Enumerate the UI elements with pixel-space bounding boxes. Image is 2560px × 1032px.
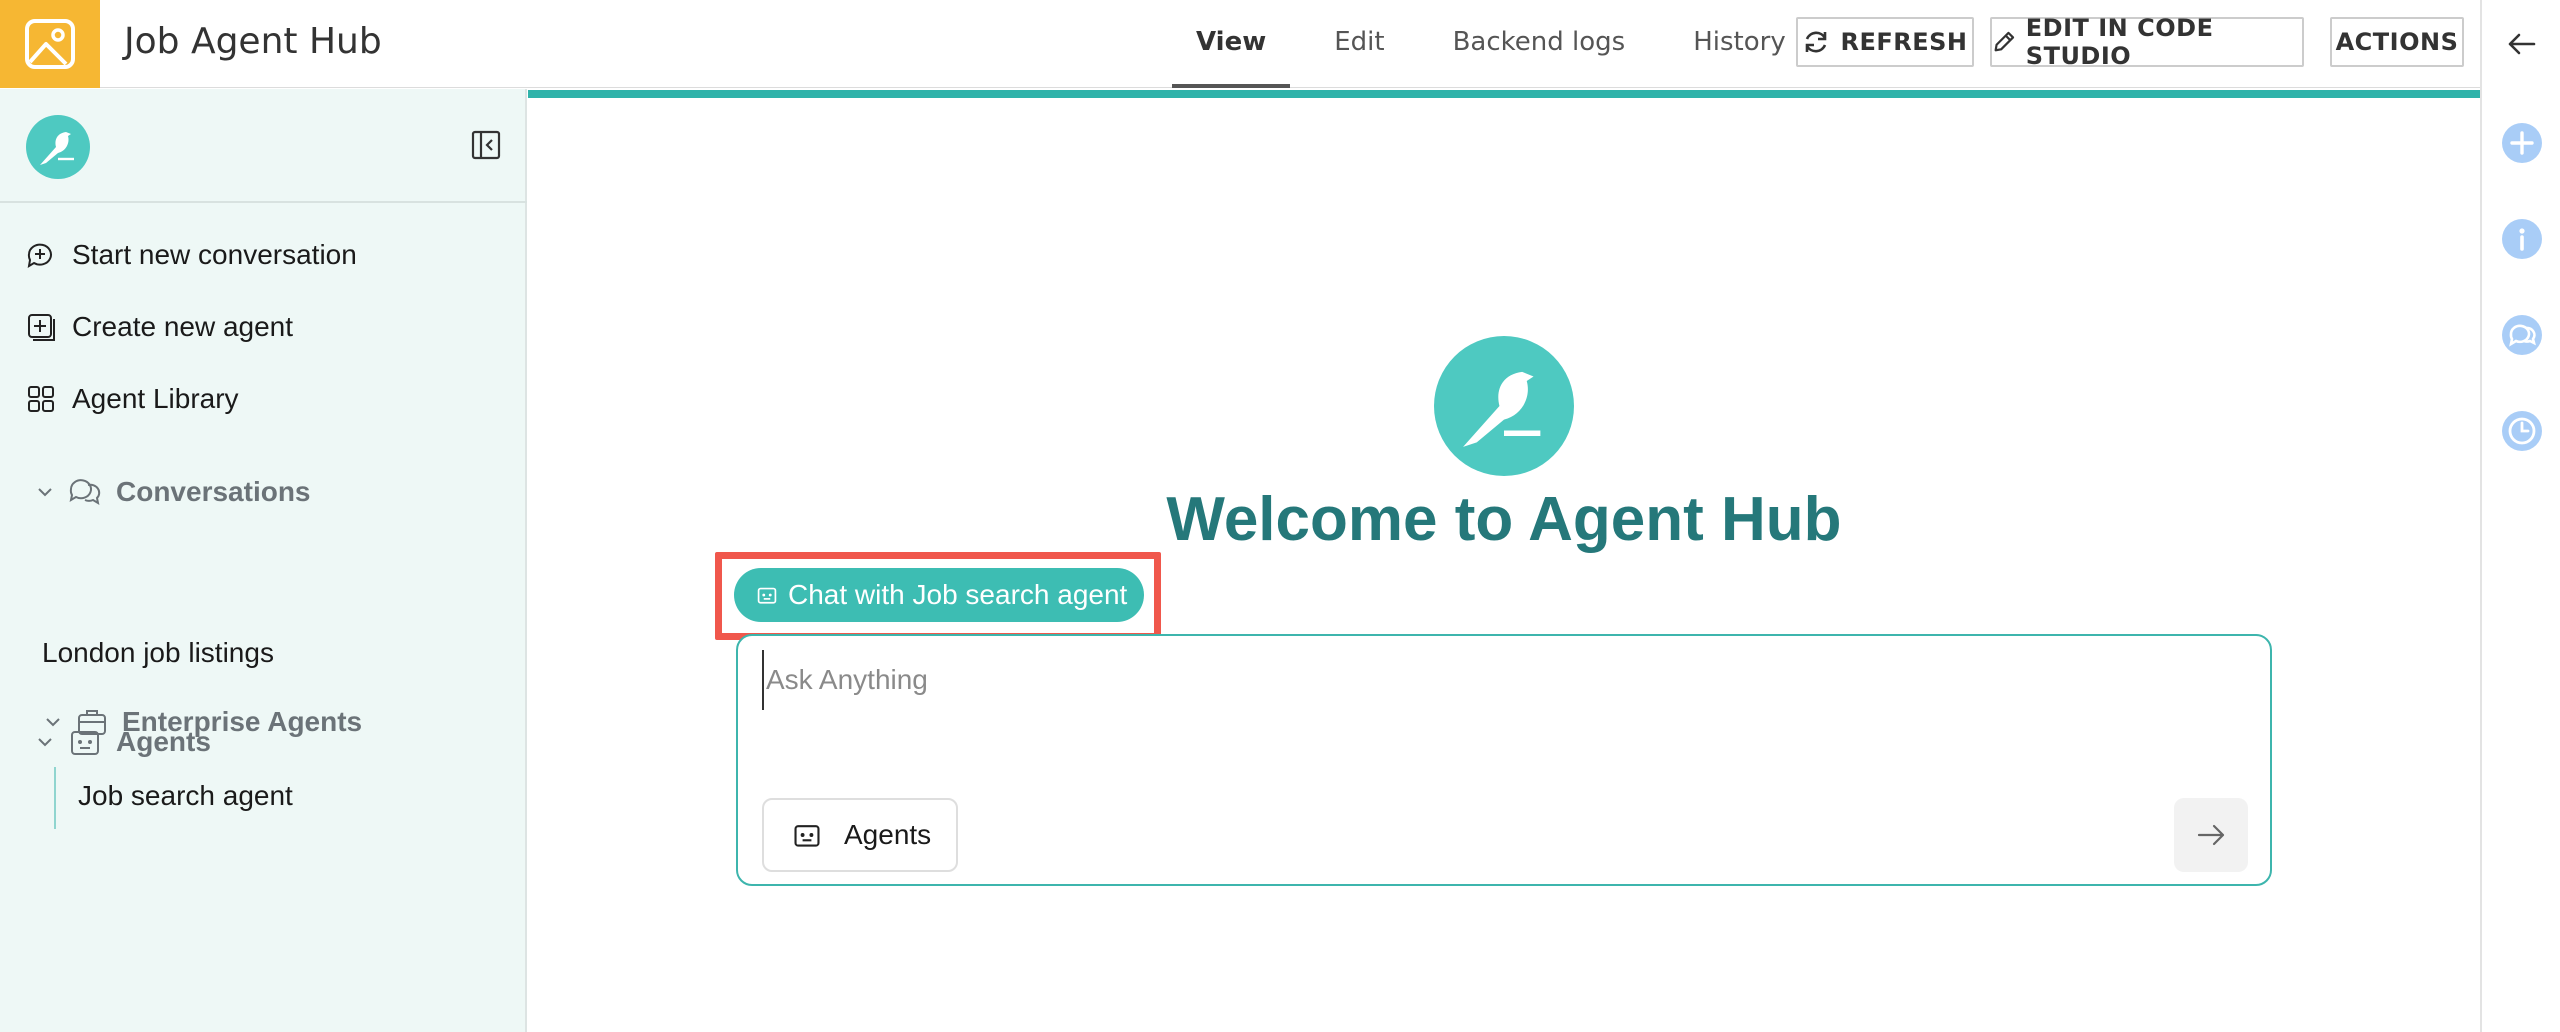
conversation-item[interactable]: London job listings <box>42 637 274 669</box>
rail-add-button[interactable] <box>2482 122 2560 164</box>
create-new-agent-label: Create new agent <box>72 311 294 342</box>
clock-icon <box>2502 411 2542 451</box>
refresh-icon <box>1806 31 1827 53</box>
image-icon <box>25 19 75 69</box>
rail-info-button[interactable] <box>2482 218 2560 260</box>
app-title: Job Agent Hub <box>124 21 382 62</box>
hero-logo <box>1434 336 1574 476</box>
refresh-button[interactable]: REFRESH <box>1796 17 1974 67</box>
collapse-sidebar-button[interactable] <box>470 129 502 161</box>
robot-icon <box>794 825 820 847</box>
tab-history[interactable]: History <box>1669 0 1810 88</box>
agents-button-label: Agents <box>844 819 932 850</box>
send-button[interactable] <box>2174 798 2248 872</box>
add-box-icon <box>28 314 55 341</box>
agent-library-label: Agent Library <box>72 383 239 414</box>
conversations-section-toggle[interactable]: Conversations <box>36 475 311 509</box>
bird-icon <box>40 132 74 165</box>
agents-picker-button[interactable]: Agents <box>762 798 958 872</box>
grid-icon <box>28 386 54 412</box>
nav-tabs: View Edit Backend logs History <box>1172 0 1830 88</box>
robot-icon <box>757 587 777 604</box>
back-button[interactable] <box>2482 26 2560 62</box>
right-rail <box>2480 0 2560 1032</box>
chevron-down-icon <box>46 718 60 727</box>
tab-view[interactable]: View <box>1172 0 1291 88</box>
conversations-label: Conversations <box>116 476 311 507</box>
pencil-icon <box>1994 31 2015 52</box>
actions-button[interactable]: ACTIONS <box>2330 17 2464 67</box>
create-new-agent-button[interactable]: Create new agent <box>26 311 293 343</box>
app-logo[interactable] <box>0 0 100 88</box>
actions-label: ACTIONS <box>2335 28 2459 56</box>
rail-timeline-button[interactable] <box>2482 410 2560 452</box>
start-new-conversation-label: Start new conversation <box>72 239 357 270</box>
chat-bubbles-icon <box>2502 315 2542 355</box>
tab-backend-logs[interactable]: Backend logs <box>1429 0 1650 88</box>
tree-guide-line <box>54 767 56 829</box>
enterprise-agents-toggle[interactable]: Enterprise Agents <box>44 706 362 738</box>
agent-chip-label: Chat with Job search agent <box>788 579 1128 610</box>
refresh-label: REFRESH <box>1840 28 1968 56</box>
agent-item-job-search[interactable]: Job search agent <box>78 780 293 812</box>
code-studio-label: EDIT IN CODE STUDIO <box>2025 14 2214 70</box>
bird-icon <box>1463 371 1541 447</box>
sidebar-divider <box>0 201 527 203</box>
top-bar: Job Agent Hub View Edit Backend logs His… <box>0 0 2480 88</box>
new-chat-icon <box>27 243 52 268</box>
info-icon <box>2502 219 2542 259</box>
briefcase-icon <box>78 710 106 735</box>
chat-input[interactable] <box>762 650 2242 710</box>
sidebar-logo <box>26 115 90 179</box>
back-arrow-icon <box>2508 33 2536 55</box>
welcome-heading: Welcome to Agent Hub <box>1166 485 1842 554</box>
chat-with-agent-chip[interactable]: Chat with Job search agent <box>734 568 1144 622</box>
chevron-down-icon <box>38 488 52 497</box>
loading-strip <box>528 90 2480 98</box>
enterprise-agents-label: Enterprise Agents <box>122 706 363 737</box>
chat-bubbles-icon <box>69 479 101 506</box>
sidebar: Start new conversation Create new agent … <box>0 89 527 1032</box>
plus-circle-icon <box>2502 123 2542 163</box>
arrow-right-icon <box>2197 824 2225 846</box>
chat-composer: Agents <box>736 634 2272 886</box>
edit-in-code-studio-button[interactable]: EDIT IN CODE STUDIO <box>1990 14 2304 70</box>
rail-discussions-button[interactable] <box>2482 314 2560 356</box>
start-new-conversation-button[interactable]: Start new conversation <box>26 239 357 271</box>
tab-edit[interactable]: Edit <box>1310 0 1408 88</box>
agent-library-button[interactable]: Agent Library <box>26 383 239 415</box>
sidebar-collapse-icon <box>471 130 501 160</box>
